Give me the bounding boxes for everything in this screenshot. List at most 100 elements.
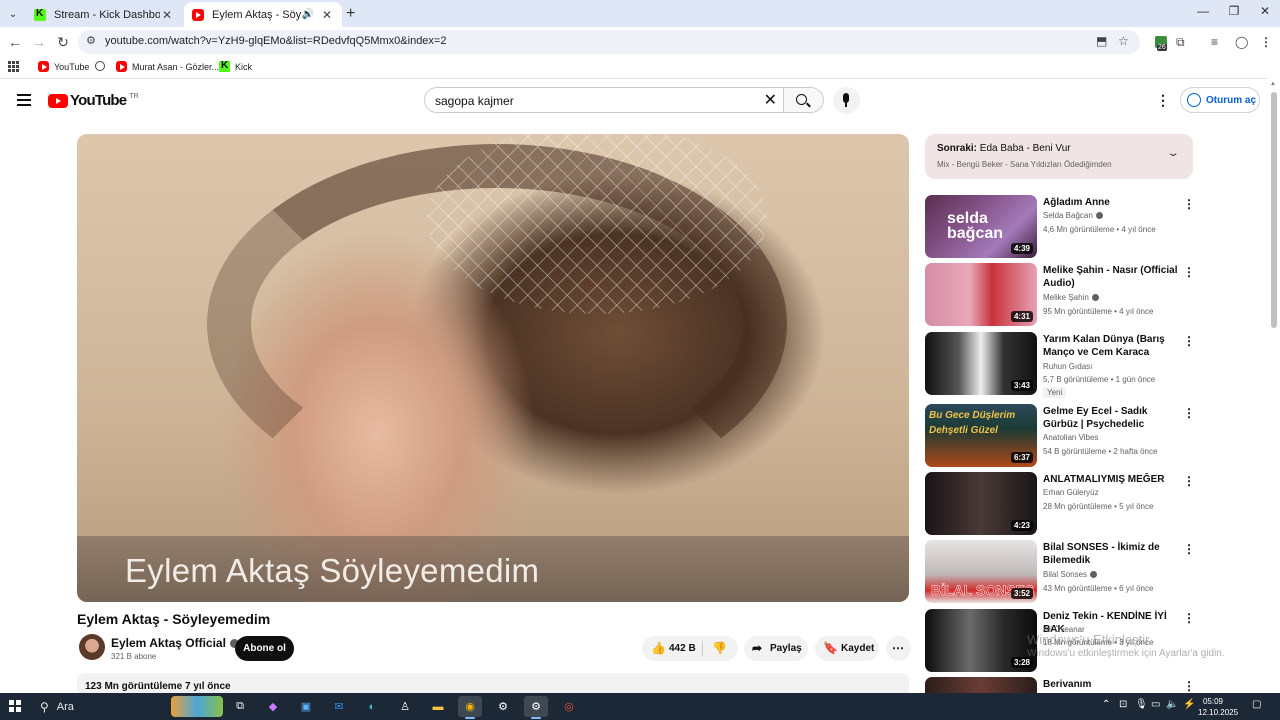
chrome-menu-icon[interactable]: ⋮ <box>1260 35 1272 49</box>
subscribe-button[interactable]: Abone ol <box>235 636 294 661</box>
save-button[interactable]: 🔖 Kaydet <box>815 636 879 661</box>
search-highlight-image[interactable] <box>171 696 223 717</box>
outlook-icon[interactable]: ✉ <box>327 696 351 717</box>
channel-name-text[interactable]: Eylem Aktaş Official <box>111 636 226 650</box>
channel-text[interactable]: Melike Şahin <box>1043 293 1089 302</box>
more-actions-button[interactable]: ⋯ <box>886 636 911 661</box>
address-bar[interactable]: ⚙ youtube.com/watch?v=YzH9-glqEMo&list=R… <box>78 30 1140 54</box>
copilot-icon[interactable]: ◆ <box>261 696 285 717</box>
network-icon[interactable]: ▭ <box>1151 699 1160 710</box>
sign-in-button[interactable]: Oturum aç <box>1180 87 1260 113</box>
recommendation-item[interactable]: selda bağcan 4:39 Ağladım Anne Selda Bağ… <box>925 195 1265 259</box>
scroll-up-icon[interactable]: ▲ <box>1270 81 1276 87</box>
search-query[interactable]: sagopa kajmer <box>435 94 514 108</box>
url-text[interactable]: youtube.com/watch?v=YzH9-glqEMo&list=RDe… <box>105 35 446 47</box>
video-thumbnail[interactable] <box>925 677 1037 693</box>
voice-search-button[interactable] <box>833 87 860 114</box>
video-thumbnail[interactable]: 3:43 <box>925 332 1037 395</box>
chrome-icon[interactable]: ◉ <box>458 696 482 719</box>
bookmark-youtube[interactable]: YouTube <box>38 61 89 72</box>
recommendation-channel[interactable]: Erhan Güleryüz <box>1043 488 1099 497</box>
notifications-icon[interactable]: ▢ <box>1252 699 1261 710</box>
more-icon[interactable]: ⋮ <box>1183 334 1195 348</box>
task-view-icon[interactable]: ⧉ <box>228 696 252 717</box>
video-player[interactable]: Eylem Aktaş Söyleyemedim <box>77 134 909 602</box>
scrollbar-thumb[interactable] <box>1271 92 1277 328</box>
windows-start-icon[interactable] <box>9 700 21 712</box>
reload-icon[interactable]: ↻ <box>54 33 72 51</box>
more-icon[interactable]: ⋮ <box>1183 611 1195 625</box>
file-explorer-icon[interactable]: ▬ <box>426 696 450 717</box>
recommendation-title[interactable]: Gelme Ey Ecel - Sadık Gürbüz | Psychedel… <box>1043 405 1183 432</box>
channel-name[interactable]: Eylem Aktaş Official <box>111 636 239 650</box>
media-control-icon[interactable]: ≡ <box>1211 35 1218 49</box>
recommendation-channel[interactable]: Ruhun Gıdası <box>1043 362 1092 371</box>
video-thumbnail[interactable]: selda bağcan 4:39 <box>925 195 1037 258</box>
recommendation-channel[interactable]: Selda Bağcan <box>1043 211 1103 220</box>
channel-text[interactable]: Selda Bağcan <box>1043 211 1093 220</box>
chevron-down-icon[interactable]: ⌄ <box>1166 148 1179 159</box>
chevron-up-icon[interactable]: ⌃ <box>1102 699 1110 710</box>
new-tab-icon[interactable]: + <box>346 5 355 23</box>
microphone-icon[interactable]: 🎙 <box>1135 699 1148 710</box>
recommendation-item[interactable]: 3:43 Yarım Kalan Dünya (Barış Manço ve C… <box>925 332 1265 398</box>
recommendation-title[interactable]: Ağladım Anne <box>1043 196 1183 209</box>
video-thumbnail[interactable]: Bu Gece Düşlerim Dehşetli Güzel 6:37 <box>925 404 1037 467</box>
like-icon[interactable]: 👍 <box>651 641 666 655</box>
more-icon[interactable]: ⋮ <box>1183 406 1195 420</box>
dislike-icon[interactable]: 👎 <box>712 641 727 655</box>
search-button[interactable] <box>784 87 824 113</box>
device-icon[interactable]: ⊡ <box>1119 699 1127 710</box>
close-tab-icon[interactable]: ✕ <box>320 8 334 22</box>
recommendation-item[interactable]: Berivanım ⋮ <box>925 677 1265 693</box>
recommendation-title[interactable]: Melike Şahin - Nasır (Official Audio) <box>1043 264 1183 290</box>
volume-icon[interactable]: 🔈 <box>1166 699 1178 710</box>
more-icon[interactable]: ⋮ <box>1183 197 1195 211</box>
back-icon[interactable]: ← <box>6 33 24 51</box>
edge-icon[interactable]: ◐ <box>360 696 384 717</box>
youtube-logo[interactable]: YouTube TR <box>48 92 139 109</box>
extensions-icon[interactable]: ⧉ <box>1176 35 1185 50</box>
bookmark-murat-asan[interactable]: Murat Asan - Gözler... <box>116 61 219 72</box>
more-icon[interactable]: ⋮ <box>1183 474 1195 488</box>
close-tab-icon[interactable]: ✕ <box>160 8 174 22</box>
channel-avatar[interactable] <box>79 634 105 660</box>
more-icon[interactable]: ⋮ <box>1183 679 1195 693</box>
speaker-icon[interactable]: 🔊 <box>302 9 314 20</box>
bookmark-globe[interactable] <box>95 61 105 71</box>
recommendation-item[interactable]: BİLAL SONSES 3:52 Bilal SONSES - İkimiz … <box>925 540 1265 604</box>
recommendation-title[interactable]: ANLATMALIYMIŞ MEĞER <box>1043 473 1183 486</box>
tab-kick-dashboard[interactable]: Stream - Kick Dashboard ✕ <box>26 2 182 27</box>
clear-search-icon[interactable]: ✕ <box>764 90 777 110</box>
video-thumbnail[interactable]: 4:31 <box>925 263 1037 326</box>
playlist-next-up[interactable]: Sonraki: Eda Baba - Beni Vur Mix - Bengü… <box>925 134 1193 179</box>
app-icon[interactable]: ◎ <box>557 696 581 717</box>
like-count[interactable]: 442 B <box>669 643 696 654</box>
more-icon[interactable]: ⋮ <box>1183 265 1195 279</box>
steam-icon[interactable]: ⚙ <box>491 696 515 717</box>
restore-icon[interactable]: ❐ <box>1219 4 1249 18</box>
forward-icon[interactable]: → <box>30 33 48 51</box>
recommendation-item[interactable]: 4:23 ANLATMALIYMIŞ MEĞER Erhan Güleryüz … <box>925 472 1265 536</box>
more-icon[interactable]: ⋮ <box>1183 542 1195 556</box>
taskbar-clock[interactable]: 05:09 12.10.2025 <box>1198 696 1238 718</box>
apps-grid-icon[interactable] <box>8 61 19 72</box>
recommendation-channel[interactable]: Bilal Sonses <box>1043 570 1098 579</box>
recommendation-item[interactable]: Bu Gece Düşlerim Dehşetli Güzel 6:37 Gel… <box>925 404 1265 468</box>
video-thumbnail[interactable]: 4:23 <box>925 472 1037 535</box>
tab-youtube-video[interactable]: Eylem Aktaş - Söyleyemedi 🔊 ✕ <box>184 2 342 27</box>
battery-icon[interactable]: ⚡ <box>1183 699 1195 710</box>
share-button[interactable]: ➦ Paylaş <box>744 636 808 661</box>
channel-text[interactable]: Bilal Sonses <box>1043 570 1087 579</box>
recommendation-channel[interactable]: Melike Şahin <box>1043 293 1099 302</box>
minimize-icon[interactable]: — <box>1188 4 1218 18</box>
video-thumbnail[interactable]: BİLAL SONSES 3:52 <box>925 540 1037 603</box>
store-icon[interactable]: ▣ <box>294 696 318 717</box>
recommendation-title[interactable]: Bilal SONSES - İkimiz de Bilemedik <box>1043 541 1183 567</box>
profile-icon[interactable]: ◯ <box>1235 35 1248 49</box>
bookmark-star-icon[interactable]: ☆ <box>1118 34 1129 48</box>
recommendation-channel[interactable]: Anatolian Vibes <box>1043 433 1098 442</box>
recommendation-item[interactable]: 4:31 Melike Şahin - Nasır (Official Audi… <box>925 263 1265 327</box>
close-window-icon[interactable]: ✕ <box>1250 4 1280 18</box>
search-input[interactable]: sagopa kajmer ✕ <box>424 87 784 113</box>
